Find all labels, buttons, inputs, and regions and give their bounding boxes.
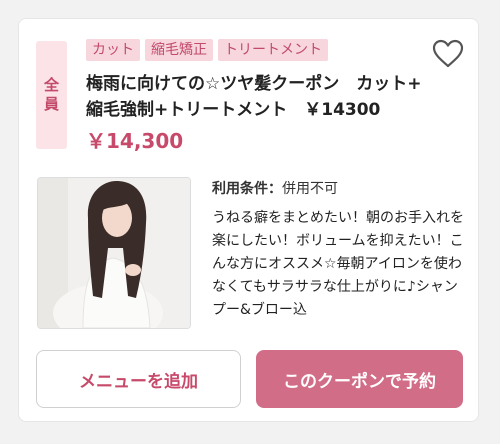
badge-text-line2: 員 [43,95,59,113]
coupon-title: 梅雨に向けての☆ツヤ髪クーポン カット+ 縮毛強制+トリートメント ￥14300 [86,74,422,120]
terms-label: 利用条件： [212,181,282,197]
tag-straightening: 縮毛矯正 [145,39,213,61]
coupon-description: うねる癖をまとめたい！朝のお手入れを楽にしたい！ボリュームを抑えたい！こんな方に… [212,210,464,318]
terms-value: 併用不可 [282,181,338,197]
tag-treatment: トリートメント [218,39,328,61]
book-with-coupon-button[interactable]: このクーポンで予約 [256,350,463,408]
heart-outline-icon[interactable] [432,39,464,69]
badge-text-line1: 全 [43,76,59,95]
stylist-photo [37,177,191,329]
target-badge: 全 員 [36,41,67,149]
coupon-card: 全 員 カット 縮毛矯正 トリートメント 梅雨に向けての☆ツヤ髪クーポン カット… [18,18,479,422]
coupon-price: ￥14,300 [86,129,184,153]
usage-terms: 利用条件：併用不可 [212,178,338,198]
category-tags: カット 縮毛矯正 トリートメント [86,39,328,61]
tag-cut: カット [86,39,140,61]
add-menu-button[interactable]: メニューを追加 [36,350,241,408]
